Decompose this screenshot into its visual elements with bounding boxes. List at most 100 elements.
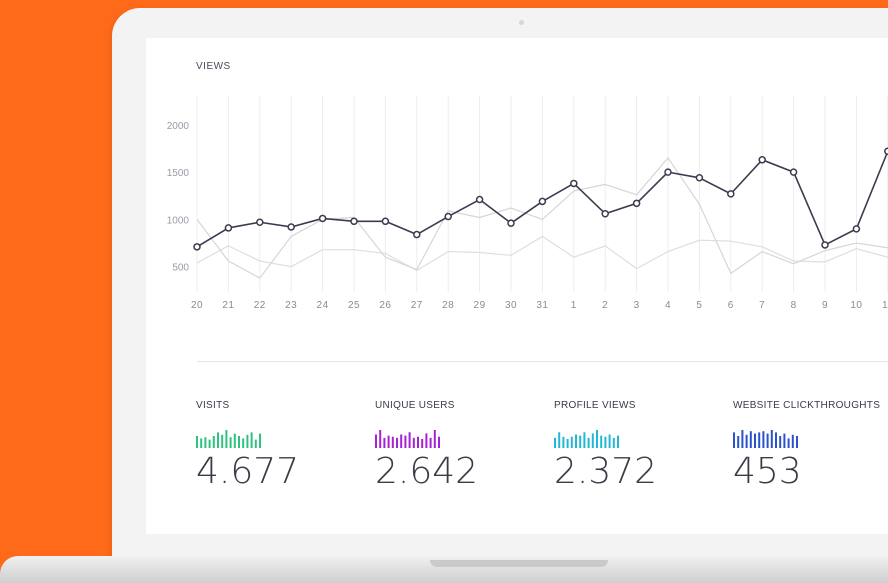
x-tick-label: 3: [634, 300, 640, 311]
spark-bar: [404, 435, 407, 448]
spark-bar: [438, 436, 440, 448]
spark-bar: [421, 439, 424, 448]
spark-bar: [250, 432, 253, 448]
spark-bar: [758, 432, 761, 448]
spark-bar: [608, 434, 611, 448]
y-tick-label: 2000: [167, 121, 190, 132]
spark-bar: [383, 437, 386, 448]
stat-value: 2.642: [375, 451, 479, 492]
x-tick-label: 31: [536, 300, 548, 311]
spark-bar: [591, 433, 594, 448]
spark-bar: [425, 433, 428, 448]
x-tick-label: 21: [222, 300, 234, 311]
x-tick-label: 30: [505, 300, 517, 311]
spark-bar: [579, 435, 582, 448]
x-tick-label: 25: [348, 300, 360, 311]
data-point: [444, 212, 452, 221]
spark-bar: [242, 438, 245, 448]
spark-bar: [737, 436, 740, 448]
stat-value: 2.372: [554, 451, 658, 492]
data-point: [821, 241, 829, 249]
y-tick-label: 500: [172, 263, 189, 274]
spark-bar: [375, 434, 377, 448]
spark-bar: [612, 437, 615, 448]
spark-bar: [558, 432, 561, 448]
data-point: [507, 219, 515, 227]
spark-bar: [233, 433, 236, 448]
data-point: [381, 217, 390, 226]
y-tick-label: 1500: [167, 168, 190, 179]
spark-bar: [246, 434, 249, 448]
stat-profile-views: PROFILE VIEWS 2.372: [554, 400, 724, 492]
x-tick-label: 28: [442, 300, 454, 311]
spark-bar: [212, 436, 215, 448]
spark-bar: [791, 434, 794, 448]
stat-label: WEBSITE CLICKTHROUGHTS: [733, 400, 881, 411]
spark-bar: [254, 439, 257, 448]
spark-bar: [229, 437, 232, 448]
data-point: [287, 223, 295, 231]
x-tick-label: 6: [728, 300, 734, 311]
spark-bar: [200, 438, 203, 448]
data-point: [758, 156, 766, 164]
spark-bar: [400, 434, 403, 448]
data-point: [632, 199, 641, 208]
x-tick-label: 1: [571, 300, 577, 311]
sparkline: [733, 430, 798, 448]
spark-bar: [749, 431, 752, 448]
data-point: [727, 190, 735, 198]
y-tick-label: 1000: [167, 215, 190, 226]
x-tick-label: 27: [411, 300, 423, 311]
spark-bar: [429, 437, 432, 448]
section-divider: [197, 361, 888, 362]
spark-bar: [379, 430, 382, 448]
spark-bar: [754, 433, 756, 448]
sparkline: [554, 430, 619, 448]
data-point: [350, 217, 358, 226]
data-point: [601, 209, 609, 218]
x-tick-label: 29: [474, 300, 486, 311]
spark-bar: [583, 432, 586, 448]
data-point: [475, 195, 484, 204]
spark-bar: [221, 434, 224, 448]
spark-bar: [575, 434, 577, 448]
spark-bar: [796, 436, 798, 448]
data-point: [413, 230, 421, 239]
spark-bar: [417, 436, 419, 448]
spark-bar: [617, 435, 619, 448]
data-point: [570, 179, 578, 188]
spark-bar: [762, 431, 765, 448]
x-tick-label: 8: [791, 300, 797, 311]
x-tick-label: 26: [379, 300, 391, 311]
spark-bar: [387, 435, 390, 448]
spark-bar: [779, 436, 782, 448]
spark-bar: [396, 437, 398, 448]
x-tick-label: 5: [696, 300, 702, 311]
x-tick-label: 7: [759, 300, 765, 311]
stat-label: UNIQUE USERS: [375, 400, 455, 411]
spark-bar: [587, 437, 590, 448]
spark-bar: [238, 436, 240, 448]
stat-value: 4.677: [196, 451, 300, 492]
x-tick-label: 22: [254, 300, 266, 311]
x-tick-label: 9: [822, 300, 828, 311]
x-tick-label: 24: [317, 300, 329, 311]
data-point: [695, 174, 704, 182]
data-point: [224, 224, 233, 232]
spark-bar: [770, 430, 773, 448]
spark-bar: [208, 439, 211, 448]
sparkline: [196, 430, 261, 448]
x-tick-label: 11: [882, 300, 888, 311]
spark-bar: [741, 430, 744, 448]
views-line-chart: 50010001500200020 21 22 23 24 25 26 27 28 29 30 31 1…: [167, 96, 888, 311]
spark-bar: [596, 430, 598, 448]
stat-label: VISITS: [196, 400, 230, 411]
spark-bar: [775, 432, 777, 448]
spark-bar: [787, 438, 790, 448]
spark-bar: [604, 436, 607, 448]
spark-bar: [570, 436, 573, 448]
x-tick-label: 4: [665, 300, 671, 311]
data-point: [318, 214, 327, 223]
spark-bar: [745, 434, 748, 448]
spark-bar: [408, 432, 411, 448]
